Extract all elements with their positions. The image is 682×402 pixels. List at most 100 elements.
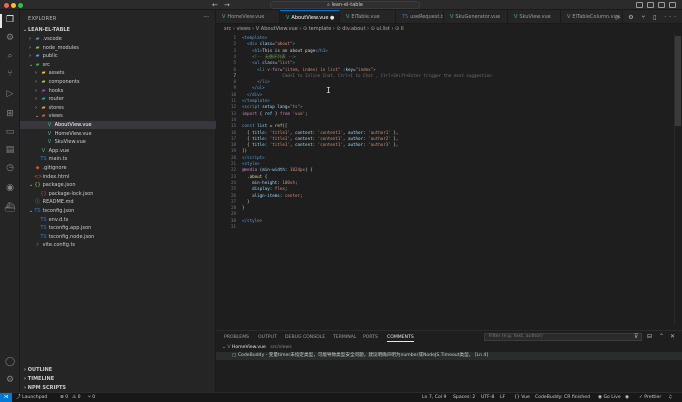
explorer-icon[interactable]: ❐ [4,14,16,26]
language-mode[interactable]: {} Vue [514,393,530,402]
extensions-icon[interactable]: ⊞ [4,108,16,120]
code-line[interactable]: @media (min-width: 1024px) { [242,167,313,173]
comment-file-row[interactable]: ⌄ V HomeView.vue src/views [216,344,682,352]
code-line[interactable]: min-height: 100vh; [242,180,297,186]
code-line[interactable]: { title: 'title1', content: 'content1', … [242,130,398,136]
breadcrumb[interactable]: src › views › V AboutView.vue › ⊙ templa… [216,25,682,34]
nav-back-icon[interactable]: ← [212,1,218,9]
command-center-search[interactable]: ⌕ lean-el-table [270,1,420,9]
code-line[interactable]: </template> [242,98,270,104]
code-line[interactable]: <li v-for="(item, index) in list" :key="… [242,67,376,73]
panel-tab-output[interactable]: OUTPUT [258,334,277,341]
tree-item[interactable]: › ▰ hooks [20,87,216,95]
collapse-all-icon[interactable]: ⊟ [647,333,652,340]
tree-item[interactable]: TS main.ts [20,155,216,163]
code-line[interactable]: { title: 'title1', content: 'content1', … [242,142,398,148]
tree-item[interactable]: ⌄ ▰ src [20,61,216,69]
tree-item[interactable]: <> index.html [20,173,216,181]
tree-item[interactable]: ⚡ vite.config.ts [20,241,216,249]
tree-item[interactable]: TS tsconfig.node.json [20,233,216,241]
go-live-button[interactable]: ◉ Go Live [598,393,621,402]
timeline-icon[interactable]: ◷ [4,162,16,174]
sidebar-section-npm-scripts[interactable]: › NPM SCRIPTS [20,384,216,392]
tree-item[interactable]: {} package-lock.json [20,190,216,198]
toggle-panel-icon[interactable] [647,2,654,8]
copilot-icon[interactable]: ◉ [4,182,16,194]
code-line[interactable]: </script> [242,155,265,161]
ports-count[interactable]: ⑂ 0 [88,393,95,402]
sidebar-section-timeline[interactable]: › TIMELINE [20,375,216,383]
notifications-bell-icon[interactable]: ♫ [668,393,672,402]
tree-item[interactable]: › ▰ .vscode [20,35,216,43]
code-line[interactable]: align-items: center; [242,193,302,199]
code-line[interactable]: <h1>This is an about page</h1> [242,48,328,54]
tree-item[interactable]: V SkuView.vue [20,138,216,146]
tree-item[interactable]: › ▰ node_modules [20,44,216,52]
code-line[interactable]: </ul> [242,85,265,91]
code-line[interactable]: Cmd+I to Inline Chat, Ctrl+I to Chat , C… [242,73,491,79]
comment-row[interactable]: ▢ CodeBuddy - 变量timer未指定类型，可能导致类型安全问题，建议… [216,352,682,360]
editor-tab[interactable]: V SkuView.vue [508,10,561,23]
panel-tab-problems[interactable]: PROBLEMS [224,334,249,341]
manage-gear-icon[interactable]: ⚙ [4,374,16,386]
code-line[interactable]: <style> [242,161,260,167]
tree-item[interactable]: V App.vue [20,147,216,155]
errors-count[interactable]: ⊗ 0 [60,393,68,402]
panel-tab-ports[interactable]: PORTS [363,334,378,341]
tree-item[interactable]: TS env.d.ts [20,216,216,224]
editor-tab[interactable]: TS useRequest.ts [396,10,444,23]
code-line[interactable]: <script setup lang="ts"> [242,104,303,110]
tree-item[interactable]: ◆ .gitignore [20,164,216,172]
panel-tab-comments[interactable]: COMMENTS [387,334,414,342]
tree-item[interactable]: › ▰ public [20,52,216,60]
tree-item[interactable]: TS tsconfig.app.json [20,224,216,232]
remote-indicator-icon[interactable]: ⋊ [0,393,12,402]
prettier-status[interactable]: ✓ Prettier [639,393,661,402]
tree-item[interactable]: › ▰ stores [20,104,216,112]
cursor-position[interactable]: Ln 7, Col 9 [422,393,446,402]
workspace-root[interactable]: ⌄LEAN-EL-TABLE [20,26,216,34]
editor-scrollbar[interactable] [674,34,682,324]
filter-icon[interactable]: ⊽ [634,333,638,340]
launchpad-button[interactable]: ⤴ Launchpad [16,393,47,402]
editor-tab[interactable]: V HomeView.vue [216,10,280,23]
codebuddy-status[interactable]: CodeBuddy: CR finished [535,393,590,402]
folder-icon[interactable]: ▤ [4,144,16,156]
close-panel-icon[interactable]: ✕ [670,333,675,340]
warnings-count[interactable]: ⚠ 0 [72,393,81,402]
run-debug-icon[interactable]: ▷ [4,88,16,100]
code-line[interactable]: <div class="about"> [242,41,295,47]
nav-forward-icon[interactable]: → [224,1,230,9]
code-line[interactable]: } [242,205,245,211]
docker-icon[interactable]: ⛴ [4,202,16,214]
sidebar-section-outline[interactable]: › OUTLINE [20,366,216,374]
tree-item[interactable]: V HomeView.vue [20,130,216,138]
tree-item[interactable]: ⓘ README.md [20,198,216,206]
remote-explorer-icon[interactable]: ▭ [4,126,16,138]
settings-sync-icon[interactable]: ⚙ [4,32,16,44]
editor-tab[interactable]: V ElTable.vue [340,10,396,23]
code-line[interactable]: { title: 'title1', content: 'content1', … [242,136,398,142]
code-line[interactable]: <ul class="list"> [242,60,295,66]
code-line[interactable]: ]) [242,148,247,154]
comments-filter-input[interactable]: Filter (e.g. text, author) [484,333,642,341]
editor-tab[interactable]: V SkuGenerator.vue [444,10,508,23]
code-editor[interactable]: I 1 <template> 2 <div class="about"> 3 <h1>… [216,34,682,324]
maximize-panel-icon[interactable]: ⌃ [659,333,664,340]
panel-tab-debug-console[interactable]: DEBUG CONSOLE [285,334,325,341]
more-actions-icon[interactable]: ··· [203,14,209,21]
maximize-window-button[interactable] [18,3,23,8]
panel-tab-terminal[interactable]: TERMINAL [333,334,356,341]
line-ending[interactable]: LF [500,393,505,402]
close-window-button[interactable] [4,3,9,8]
tree-item[interactable]: ⌄{} package.json [20,181,216,189]
source-control-icon[interactable]: ⑂ [4,68,16,80]
unsaved-dot-icon[interactable]: ● [328,15,334,21]
scroll-thumb[interactable] [675,36,681,126]
indentation[interactable]: Spaces: 2 [453,393,475,402]
editor-actions[interactable]: ▷ ⚙ ⑂ ▯ ··· [616,14,679,21]
customize-layout-icon[interactable] [669,2,676,8]
toggle-secondary-sidebar-icon[interactable] [658,2,665,8]
code-line[interactable]: display: flex; [242,186,287,192]
tree-item[interactable]: › ▰ assets [20,69,216,77]
